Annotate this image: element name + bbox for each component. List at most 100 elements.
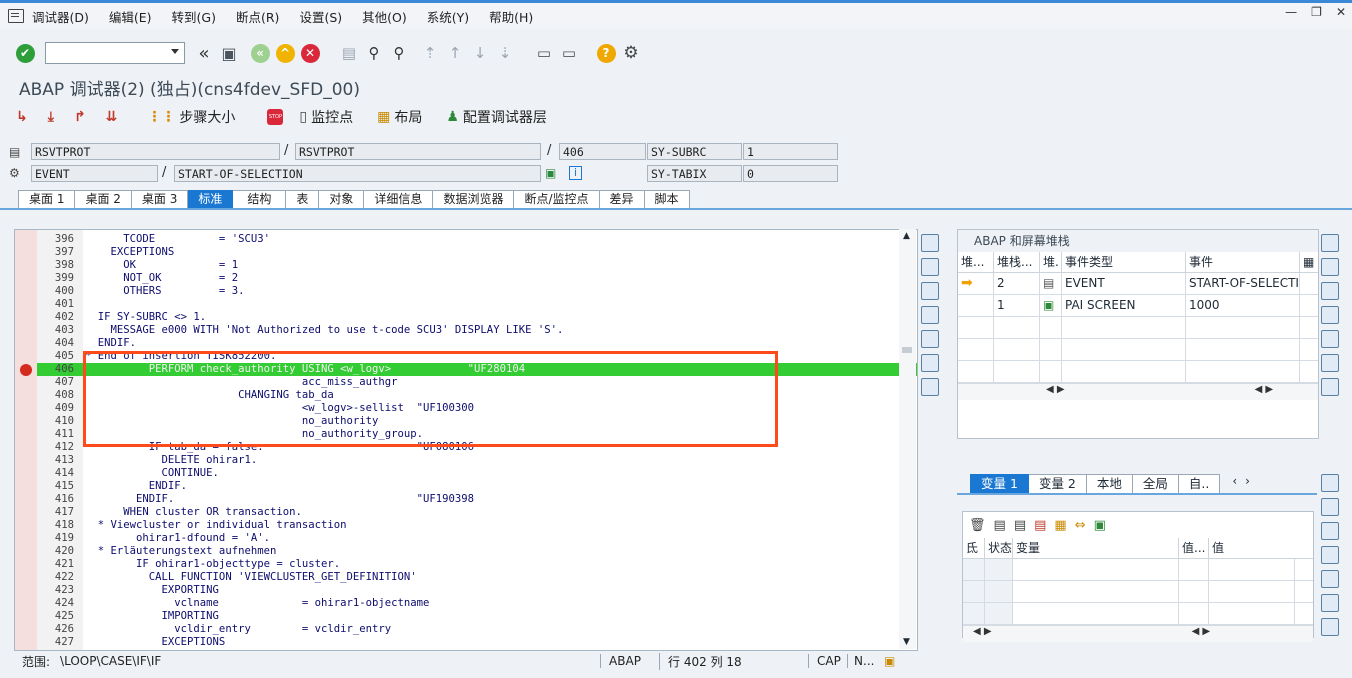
return-button[interactable]: ↱ [74,109,90,125]
watchpoint-button[interactable]: ▯ 监控点 [299,107,353,127]
delete-icon[interactable]: 🗑 [969,518,986,533]
collapse-icon[interactable]: « [193,42,215,64]
code-line[interactable]: 399 NOT_OK = 2 [37,272,917,285]
headset-icon[interactable] [921,354,939,372]
export-icon[interactable]: ▣ [1094,518,1106,533]
find-icon[interactable]: ⚲ [363,42,385,64]
command-field[interactable] [45,42,185,64]
minimize-icon[interactable]: — [1285,5,1297,19]
menu-debugger[interactable]: 调试器(D) [32,7,89,26]
next-page-icon[interactable]: ↓ [469,42,491,64]
code-line[interactable]: 416 ENDIF. "UF190398 [37,493,917,506]
menu-settings[interactable]: 设置(S) [299,7,342,26]
code-line[interactable]: 417 WHEN cluster OR transaction. [37,506,917,519]
code-line[interactable]: 424 vclname = ohirar1-objectname [37,597,917,610]
restore-icon[interactable]: ❐ [1311,5,1322,19]
code-line[interactable]: 423 EXPORTING [37,584,917,597]
swap-panel-icon[interactable] [1321,258,1339,276]
print-icon[interactable]: ▤ [338,42,360,64]
step-over-button[interactable]: ⤓ [48,109,58,125]
close-panel-icon[interactable] [1321,234,1339,252]
code-line[interactable]: 421 IF ohirar1-objecttype = cluster. [37,558,917,571]
columns-icon[interactable]: ▦ [1054,518,1066,533]
layout-button[interactable]: ▦ 布局 [377,107,422,127]
back-button[interactable]: « [249,42,271,64]
save-icon[interactable]: ▣ [218,42,240,64]
col-var-status[interactable]: 状态 [985,538,1013,558]
tab-diff[interactable]: 差异 [599,190,645,209]
column-settings-icon[interactable]: ▦ [1300,252,1316,272]
code-line[interactable]: 397 EXCEPTIONS [37,246,917,259]
code-line[interactable]: 404 ENDIF. [37,337,917,350]
col-stack-marker[interactable]: 堆... [958,252,994,272]
code-line[interactable]: 402 IF SY-SUBRC <> 1. [37,311,917,324]
code-line[interactable]: 403 MESSAGE e000 WITH 'Not Authorized to… [37,324,917,337]
tab-desktop-2[interactable]: 桌面 2 [75,190,132,209]
step-size-button[interactable]: ⋮⋮ 步骤大小 [147,107,235,127]
exchange-var-icon[interactable] [1321,522,1339,540]
notes-icon[interactable]: ▣ [884,654,895,668]
col-event[interactable]: 事件 [1186,252,1300,272]
tab-desktop-3[interactable]: 桌面 3 [131,190,189,209]
col-variable[interactable]: 变量 [1013,538,1179,558]
tab-variables-2[interactable]: 变量 2 [1028,474,1087,494]
step-into-button[interactable]: ↳ [16,109,32,125]
tab-global[interactable]: 全局 [1132,474,1179,494]
maximize-tool-icon[interactable] [921,306,939,324]
insert-icon[interactable]: ▤ [994,518,1006,533]
enter-button[interactable]: ✔ [14,42,36,64]
code-line[interactable]: 422 CALL FUNCTION 'VIEWCLUSTER_GET_DEFIN… [37,571,917,584]
code-line[interactable]: 414 CONTINUE. [37,467,917,480]
resize-tool-icon[interactable] [921,330,939,348]
find-next-icon[interactable]: ⚲ [388,42,410,64]
tab-table[interactable]: 表 [286,190,320,209]
breakpoint-gutter[interactable] [15,230,37,650]
col-value-type[interactable]: 值... [1179,538,1209,558]
breakpoint-icon[interactable] [20,364,32,376]
tab-data-browser[interactable]: 数据浏览器 [433,190,515,209]
code-line[interactable]: 427 EXCEPTIONS [37,636,917,649]
tools-var-icon[interactable] [1321,618,1339,636]
tab-standard[interactable]: 标准 [188,190,234,209]
menu-other[interactable]: 其他(O) [362,7,407,26]
tab-auto[interactable]: 自.. [1178,474,1221,494]
maximize-var-panel-icon[interactable] [1321,546,1339,564]
table-row[interactable]: ➡ 2 ▤ EVENT START-OF-SELECTIC [958,273,1318,295]
close-tool-icon[interactable] [921,234,939,252]
cancel-button[interactable]: ✕ [299,42,321,64]
code-line[interactable]: 425 IMPORTING [37,610,917,623]
edit-tool-icon[interactable] [921,258,939,276]
swap-tool-icon[interactable] [921,282,939,300]
gear-icon[interactable]: ⚙ [620,42,642,64]
scroll-thumb[interactable] [902,347,912,353]
col-value[interactable]: 值 [1209,538,1295,558]
menu-system[interactable]: 系统(Y) [427,7,469,26]
code-line[interactable]: 400 OTHERS = 3. [37,285,917,298]
table-row[interactable]: 1 ▣ PAI SCREEN 1000 [958,295,1318,317]
code-line[interactable]: 415 ENDIF. [37,480,917,493]
code-line[interactable]: 398 OK = 1 [37,259,917,272]
tools-icon[interactable] [921,378,939,396]
close-window-icon[interactable]: ✕ [1336,5,1346,19]
variable-row[interactable] [963,581,1313,603]
tab-breakpoints[interactable]: 断点/监控点 [514,190,600,209]
config-layer-button[interactable]: ♟ 配置调试器层 [446,107,547,127]
tab-details[interactable]: 详细信息 [364,190,434,209]
col-stack-icon[interactable]: 堆. [1040,252,1062,272]
tab-scroll-right-icon[interactable]: › [1245,474,1250,494]
code-line[interactable]: 420 * Erläuterungstext aufnehmen [37,545,917,558]
code-line[interactable]: 413 DELETE ohirar1. [37,454,917,467]
remove-row-icon[interactable]: ▤ [1034,518,1046,533]
first-page-icon[interactable]: ⇡ [419,42,441,64]
insert-row-icon[interactable]: ▤ [1014,518,1026,533]
info-icon[interactable]: i [569,166,582,180]
col-stack-level[interactable]: 堆栈... [994,252,1040,272]
headset-panel-icon[interactable] [1321,354,1339,372]
new-session-icon[interactable]: ▭ [533,42,555,64]
menu-breakpoint[interactable]: 断点(R) [236,7,279,26]
code-line[interactable]: 426 vcldir_entry = vcldir_entry [37,623,917,636]
resize-var-panel-icon[interactable] [1321,570,1339,588]
menu-edit[interactable]: 编辑(E) [109,7,152,26]
close-var-panel-icon[interactable] [1321,474,1339,492]
variables-hscroll[interactable]: ◀ ▶ ◀ ▶ [963,625,1313,642]
